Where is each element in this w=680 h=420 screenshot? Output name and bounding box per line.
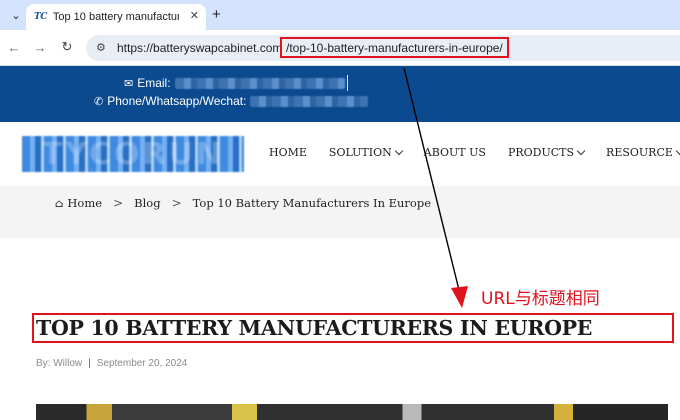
breadcrumb: ⌂ Home > Blog > Top 10 Battery Manufactu… [55,196,431,210]
address-bar[interactable]: ⚙ https://batteryswapcabinet.com /top-10… [86,35,680,61]
hero-image [36,404,668,420]
reload-icon[interactable]: ↻ [58,38,76,56]
email-row: ✉ Email: [124,75,348,91]
article-title: TOP 10 BATTERY MANUFACTURERS IN EUROPE [32,313,674,343]
breadcrumb-current: Top 10 Battery Manufacturers In Europe [192,196,432,210]
site-favicon-icon: TC [34,12,47,22]
breadcrumb-blog[interactable]: Blog [134,196,160,210]
article-byline: By: Willow | September 20, 2024 [36,358,187,369]
new-tab-button[interactable]: + [212,6,221,24]
nav-item-products[interactable]: PRODUCTS [507,146,586,159]
nav-item-label: PRODUCTS [507,146,575,159]
phone-row: ✆ Phone/Whatsapp/Wechat: [94,94,369,108]
chevron-down-icon [576,146,586,155]
nav-item-about-us[interactable]: ABOUT US [424,146,486,159]
nav-item-label: SOLUTION [328,146,392,159]
home-icon[interactable]: ⌂ [55,197,63,210]
url-path-highlight: /top-10-battery-manufacturers-in-europe/ [280,37,509,58]
back-arrow-icon[interactable]: ← [5,38,23,56]
tab-search-button[interactable]: ⌄ [6,5,26,25]
redacted-phone [250,95,369,107]
nav-item-label: RESOURCE [606,146,673,159]
byline-separator: | [88,358,91,369]
article-author[interactable]: By: Willow [36,358,82,369]
arrow-head [451,286,468,308]
nav-item-home[interactable]: HOME [269,146,307,159]
nav-item-label: HOME [269,146,307,159]
browser-toolbar: ← → ↻ ⚙ https://batteryswapcabinet.com /… [0,30,680,66]
email-label: Email: [137,76,171,90]
redacted-email [174,77,345,89]
browser-tab-strip: ⌄ TC Top 10 battery manufacturers ✕ + [0,0,680,30]
close-icon[interactable]: ✕ [190,9,199,22]
site-settings-icon[interactable]: ⚙ [96,41,110,55]
breadcrumb-separator: > [171,196,182,210]
phone-label: Phone/Whatsapp/Wechat: [107,94,247,108]
annotation-note: URL与标题相同 [481,289,600,309]
phone-icon: ✆ [94,95,104,108]
contact-bar: ✉ Email: ✆ Phone/Whatsapp/Wechat: [0,66,680,122]
nav-item-solution[interactable]: SOLUTION [328,146,404,159]
envelope-icon: ✉ [124,77,134,90]
nav-item-resource[interactable]: RESOURCE [606,146,680,159]
nav-item-label: ABOUT US [423,146,486,159]
logo-text: TYCORUN [41,136,225,172]
breadcrumb-band: ⌂ Home > Blog > Top 10 Battery Manufactu… [0,186,680,238]
chevron-down-icon [394,146,404,155]
browser-tab[interactable]: TC Top 10 battery manufacturers ✕ [26,4,206,30]
url-host: https://batteryswapcabinet.com [117,41,283,55]
forward-arrow-icon[interactable]: → [31,38,49,56]
tab-title: Top 10 battery manufacturers [52,11,179,23]
breadcrumb-separator: > [113,196,124,210]
chevron-down-icon [675,146,680,155]
chevron-down-icon: ⌄ [11,9,21,22]
site-logo[interactable]: TYCORUN [22,136,244,172]
main-nav: HOME SOLUTION ABOUT US PRODUCTS RESOURCE [269,146,680,159]
site-header: TYCORUN HOME SOLUTION ABOUT US PRODUCTS RESO… [0,122,680,186]
divider [346,75,348,91]
breadcrumb-home[interactable]: Home [67,196,102,210]
article-date: September 20, 2024 [96,358,188,369]
